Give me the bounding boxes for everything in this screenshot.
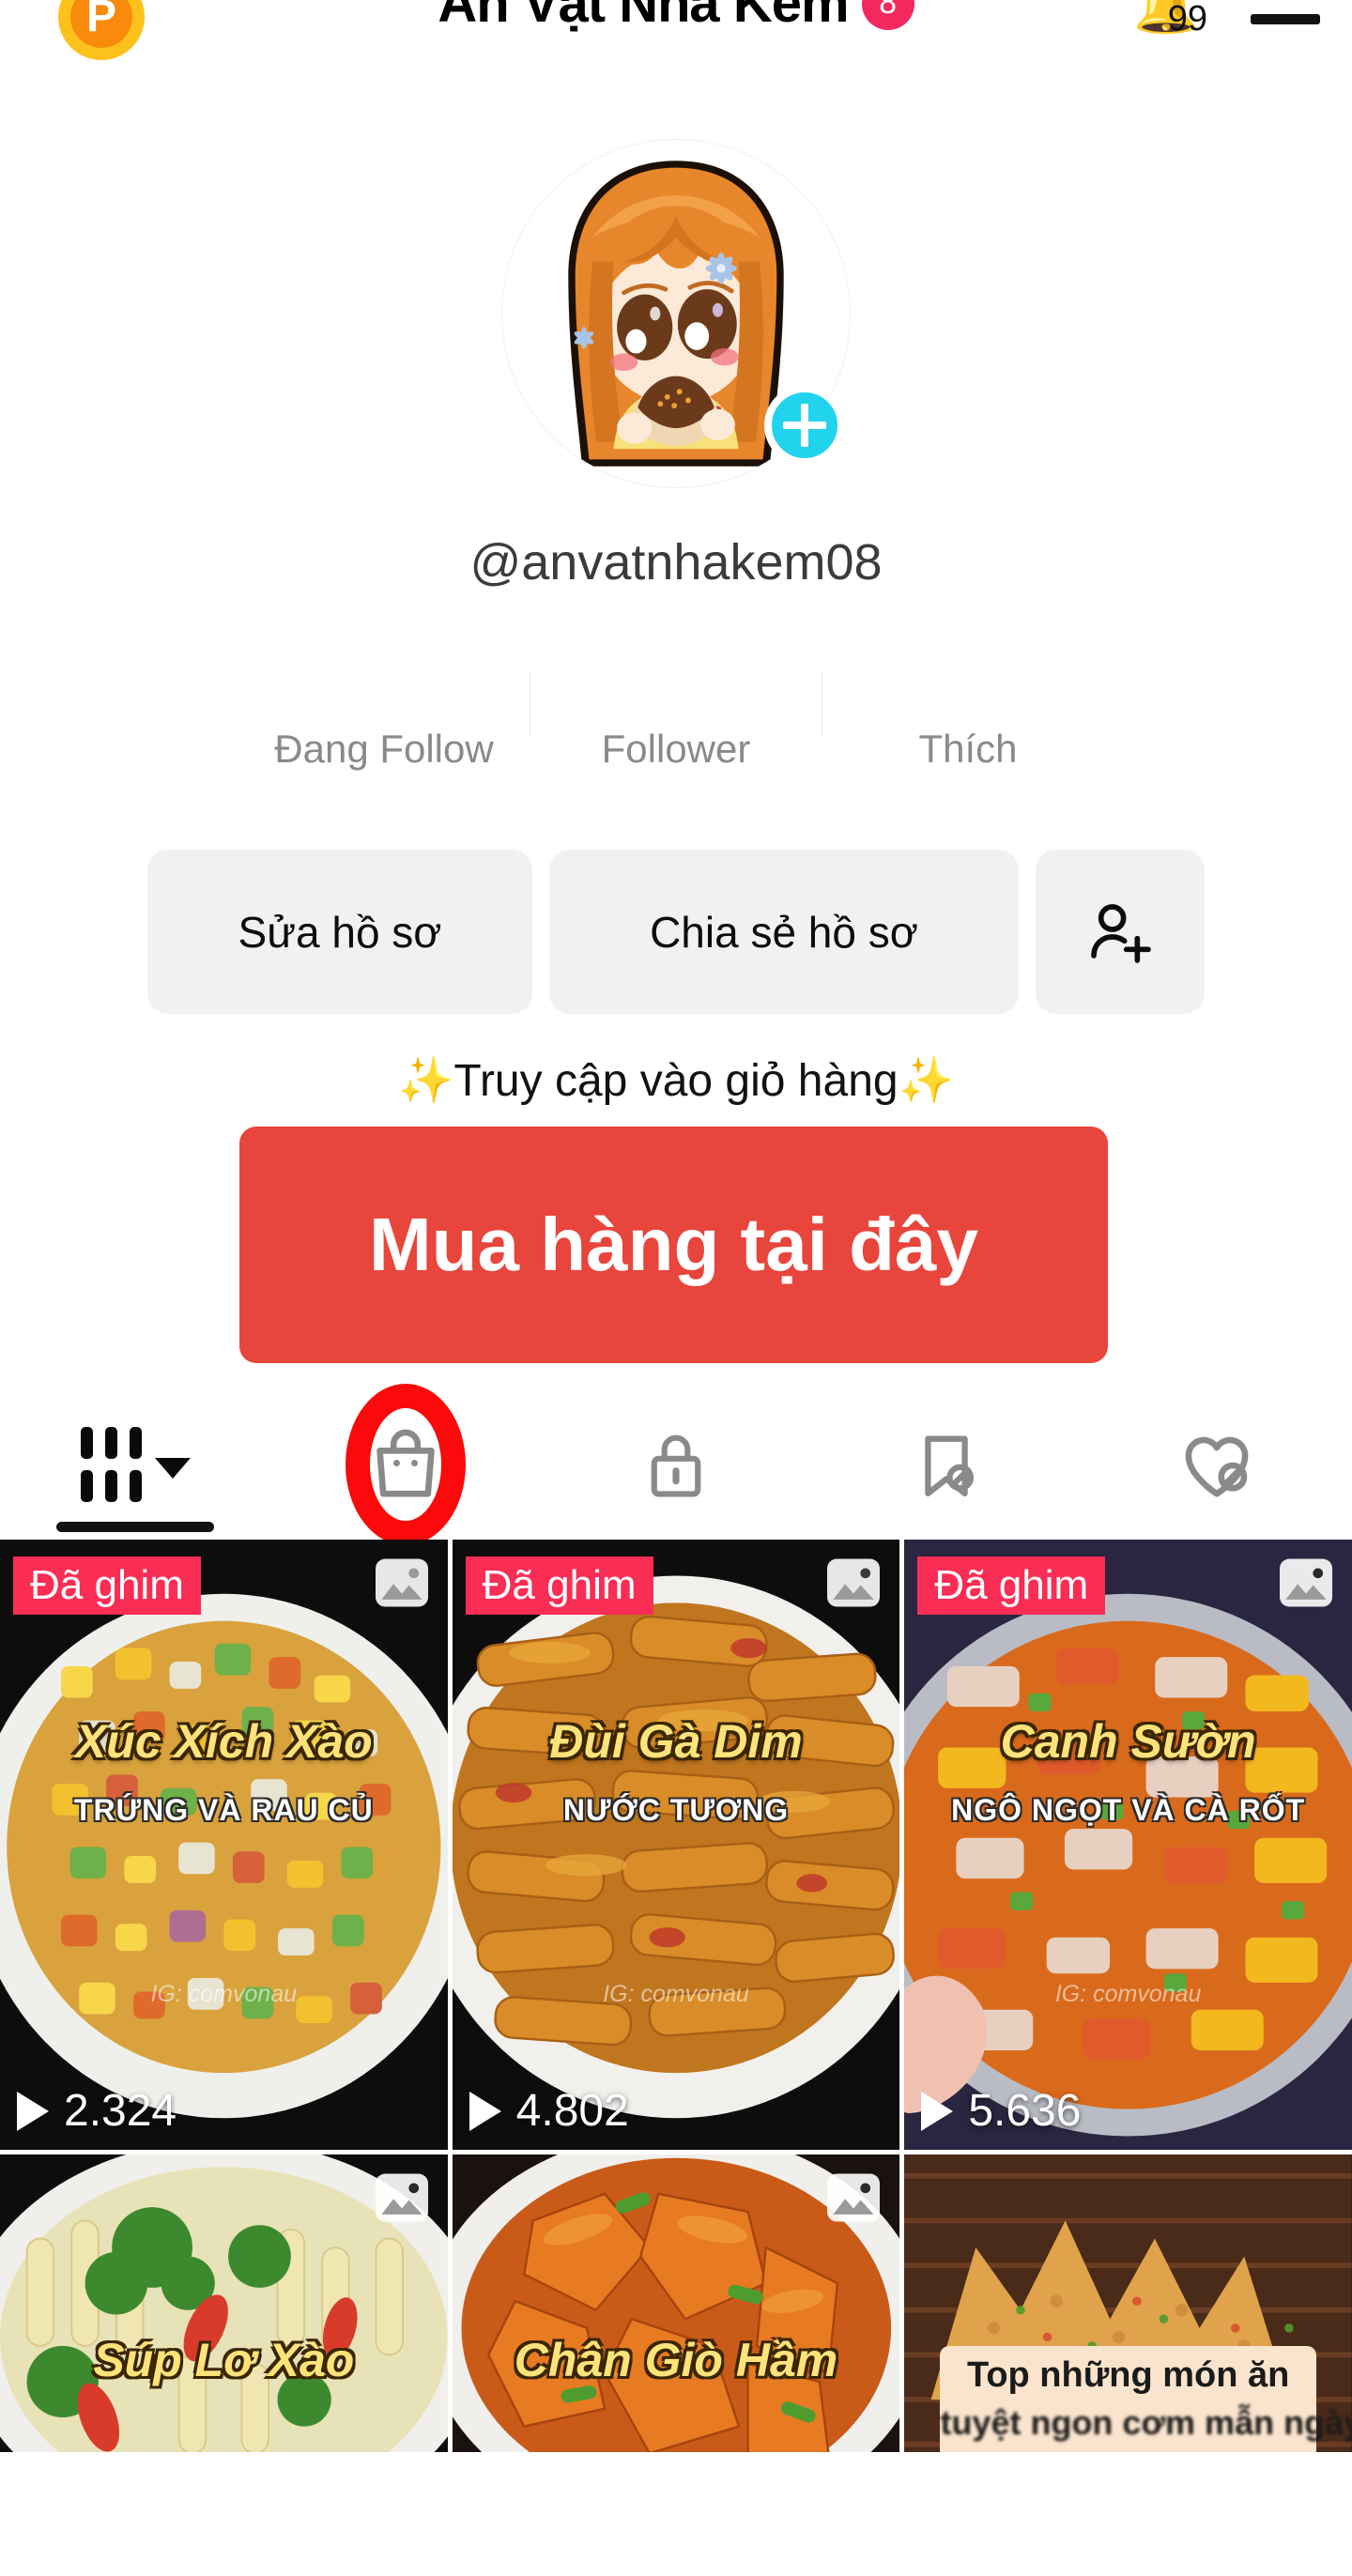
video-title: Chân Giò Hầm — [514, 2334, 838, 2386]
tab-shopping-bag[interactable] — [270, 1384, 541, 1545]
add-person-button[interactable] — [1036, 850, 1205, 1014]
tab-videos-grid[interactable] — [0, 1389, 270, 1540]
view-count-group: 5.636 — [921, 2085, 1081, 2137]
multi-photo-icon — [827, 2173, 881, 2222]
stat-following-label: Đang Follow — [274, 727, 494, 771]
bio-text: ✨Truy cập vào giỏ hàng✨ — [0, 1053, 1352, 1107]
video-subtitle: TRỨNG VÀ RAU CỦ — [73, 1793, 374, 1827]
bookmark-off-icon — [925, 1435, 975, 1496]
thumbnail-image — [452, 1540, 900, 2150]
view-count: 4.802 — [515, 2086, 629, 2136]
title-badge: 8 — [861, 0, 914, 30]
heart-off-icon — [1185, 1436, 1249, 1497]
sparkle-icon: ✨ — [397, 1056, 454, 1106]
tab-saved-videos[interactable] — [811, 1389, 1082, 1540]
thumbnail-image — [0, 1540, 448, 2150]
pinned-badge: Đã ghim — [13, 1556, 201, 1615]
video-banner: Top những món ăn tuyệt ngon cơm mẫn ngày — [940, 2346, 1352, 2452]
chevron-down-icon — [154, 1458, 191, 1479]
header-actions: 🔔 99 — [1129, 0, 1326, 43]
video-thumbnail[interactable]: Súp Lơ Xào — [0, 2154, 448, 2452]
view-count-group: 2.324 — [17, 2085, 177, 2137]
share-profile-button[interactable]: Chia sẻ hồ sơ — [549, 850, 1019, 1014]
view-count: 2.324 — [64, 2086, 177, 2136]
stat-likes-value — [822, 638, 1114, 706]
play-icon — [469, 2091, 501, 2131]
play-icon — [17, 2091, 49, 2131]
profile-page: P Ăn Vặt Nhà Kem 8 🔔 99 @anvatnhakem08 Đ… — [0, 0, 1352, 2576]
stat-follower-label: Follower — [601, 727, 751, 771]
sparkle-icon: ✨ — [898, 1056, 955, 1106]
view-count: 5.636 — [968, 2086, 1082, 2136]
video-title: Canh Sườn — [1000, 1715, 1256, 1768]
video-thumbnail[interactable]: Top những món ăn tuyệt ngon cơm mẫn ngày — [904, 2154, 1352, 2452]
grid-bars — [80, 1427, 142, 1502]
edit-profile-button[interactable]: Sửa hồ sơ — [147, 850, 532, 1014]
notification-count: 99 — [1167, 0, 1207, 38]
page-title: Ăn Vặt Nhà Kem — [438, 0, 849, 34]
buy-here-button[interactable]: Mua hàng tại đây — [239, 1127, 1108, 1363]
app-header: P Ăn Vặt Nhà Kem 8 🔔 99 — [0, 0, 1352, 60]
hamburger-bar — [1251, 14, 1320, 24]
stat-follower[interactable]: Follower — [530, 638, 822, 772]
banner-line-1: Top những món ăn — [966, 2355, 1290, 2395]
profile-actions: Sửa hồ sơ Chia sẻ hồ sơ — [0, 850, 1352, 1014]
pinned-badge: Đã ghim — [917, 1556, 1106, 1615]
lock-icon — [651, 1434, 701, 1497]
banner-line-2: tuyệt ngon cơm mẫn ngày — [940, 2403, 1352, 2442]
video-watermark: IG: comvonau — [603, 1981, 749, 2007]
active-tab-underline — [56, 1522, 214, 1532]
stat-following-value — [238, 638, 530, 706]
play-icon — [921, 2091, 954, 2131]
shopping-bag-icon — [376, 1429, 435, 1497]
video-thumbnail[interactable]: Đã ghim Canh Sườn NGÔ NGỌT VÀ CÀ RỐT IG:… — [904, 1540, 1352, 2150]
stat-follower-value — [530, 638, 822, 706]
video-thumbnail[interactable]: Đã ghim Đùi Gà Dim NƯỚC TƯƠNG IG: comvon… — [452, 1540, 900, 2150]
grid-icon — [80, 1427, 191, 1502]
stat-likes[interactable]: Thích — [822, 638, 1114, 772]
follow-plus-icon[interactable] — [764, 385, 845, 466]
profile-tab-bar — [0, 1384, 1352, 1545]
video-title: Súp Lơ Xào — [93, 2334, 355, 2386]
video-title: Xúc Xích Xào — [74, 1715, 373, 1768]
pinned-badge: Đã ghim — [465, 1556, 653, 1615]
tab-private-videos[interactable] — [541, 1389, 811, 1540]
stat-following[interactable]: Đang Follow — [238, 638, 530, 772]
avatar-container[interactable] — [501, 139, 851, 488]
video-grid: Đã ghim Xúc Xích Xào TRỨNG VÀ RAU CỦ IG:… — [0, 1540, 1352, 2452]
multi-photo-icon — [1279, 1558, 1332, 1607]
add-person-icon — [1091, 903, 1151, 963]
tab-liked-videos[interactable] — [1082, 1389, 1352, 1540]
home-indicator — [479, 2527, 873, 2538]
multi-photo-icon — [375, 2173, 428, 2222]
stat-likes-label: Thích — [918, 727, 1018, 771]
bio-label: Truy cập vào giỏ hàng — [453, 1056, 899, 1106]
hamburger-menu-icon[interactable] — [1245, 0, 1326, 43]
video-watermark: IG: comvonau — [150, 1981, 298, 2007]
video-thumbnail[interactable]: Đã ghim Xúc Xích Xào TRỨNG VÀ RAU CỦ IG:… — [0, 1540, 448, 2150]
thumbnail-image — [904, 1540, 1352, 2150]
bell-icon[interactable]: 🔔 99 — [1129, 0, 1207, 43]
username: @anvatnhakem08 — [469, 534, 883, 590]
video-watermark: IG: comvonau — [1054, 1981, 1202, 2007]
video-thumbnail[interactable]: Chân Giò Hầm — [452, 2154, 900, 2452]
video-title: Đùi Gà Dim — [549, 1715, 803, 1768]
video-subtitle: NGÔ NGỌT VÀ CÀ RỐT — [951, 1793, 1306, 1827]
multi-photo-icon — [375, 1558, 428, 1607]
video-subtitle: NƯỚC TƯƠNG — [562, 1793, 790, 1827]
multi-photo-icon — [827, 1558, 881, 1607]
view-count-group: 4.802 — [469, 2085, 629, 2137]
profile-stats: Đang Follow Follower Thích — [0, 638, 1352, 772]
